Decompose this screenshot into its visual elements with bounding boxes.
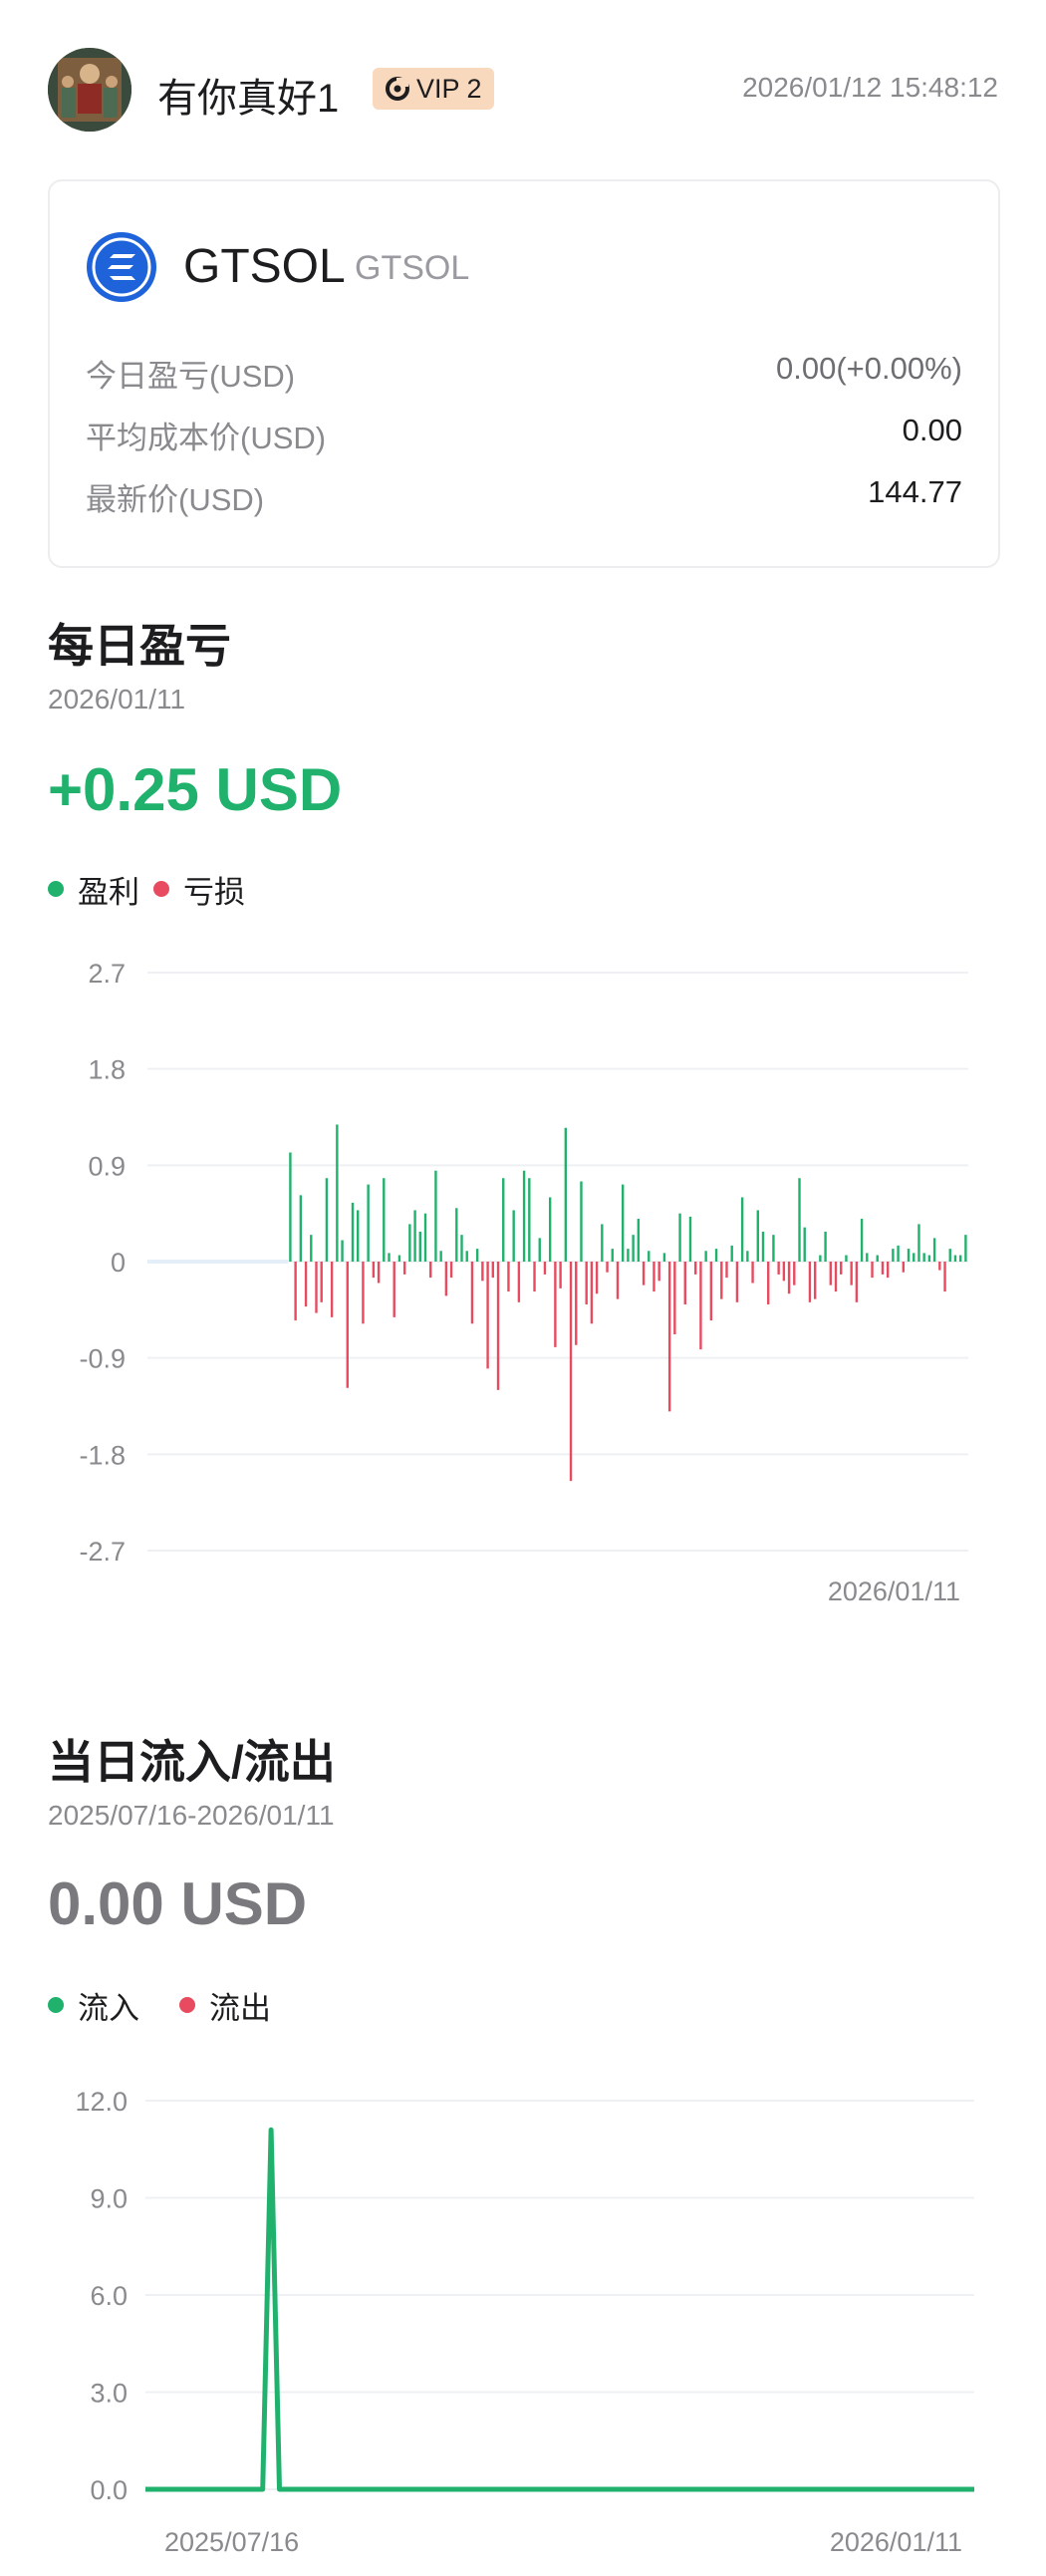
flow-title: 当日流入/流出 — [48, 1736, 336, 1788]
inflow-dot-icon — [48, 1997, 64, 2013]
latest-price-label: 最新价(USD) — [86, 482, 265, 517]
user-header: 有你真好1 VIP 2 2026/01/12 15:48:12 — [48, 48, 998, 132]
flow-amount: 0.00 USD — [48, 1870, 308, 1937]
username: 有你真好1 — [157, 77, 340, 121]
y-tick-label: 2.7 — [88, 959, 126, 989]
legend-loss[interactable]: 亏损 — [153, 867, 245, 912]
y-tick-label: -2.7 — [79, 1537, 126, 1567]
daily-pnl-amount: +0.25 USD — [48, 756, 343, 823]
latest-price-row: 最新价(USD) 144.77 — [86, 474, 962, 518]
y-tick-label: 1.8 — [88, 1055, 126, 1085]
flow-legend: 流入 流出 — [48, 1983, 285, 2028]
timestamp: 2026/01/12 15:48:12 — [742, 72, 998, 103]
legend-inflow-label: 流入 — [78, 1990, 139, 2026]
avg-cost-label: 平均成本价(USD) — [86, 421, 327, 455]
coin-symbol: GTSOL — [355, 249, 470, 287]
flow-chart[interactable]: 12.0 9.0 6.0 3.0 0.0 2025/07/16 2026/01/11 — [0, 2063, 1046, 2561]
legend-outflow[interactable]: 流出 — [179, 1983, 271, 2028]
daily-pnl-legend: 盈利 亏损 — [48, 867, 259, 912]
profit-dot-icon — [48, 881, 64, 897]
coin-name: GTSOL — [183, 240, 346, 293]
solana-logo-icon — [87, 232, 156, 302]
y-tick-label: -1.8 — [79, 1440, 126, 1470]
latest-price-value: 144.77 — [868, 474, 962, 509]
avatar[interactable] — [48, 48, 131, 132]
outflow-dot-icon — [179, 1997, 195, 2013]
x-tick-label-end: 2026/01/11 — [830, 2527, 962, 2557]
y-tick-label: 0 — [111, 1248, 126, 1278]
vip-badge[interactable]: VIP 2 — [373, 68, 494, 110]
daily-pnl-title: 每日盈亏 — [48, 620, 231, 672]
legend-outflow-label: 流出 — [209, 1990, 271, 2026]
avg-cost-value: 0.00 — [902, 413, 962, 447]
coin-summary-card[interactable]: GTSOL GTSOL 今日盈亏(USD) 0.00(+0.00%) 平均成本价… — [48, 179, 1000, 568]
today-pnl-value: 0.00(+0.00%) — [776, 351, 962, 386]
y-tick-label: 0.0 — [90, 2475, 128, 2505]
loss-dot-icon — [153, 881, 169, 897]
inflow-series-line — [145, 2127, 974, 2492]
y-tick-label: 9.0 — [90, 2184, 128, 2214]
daily-pnl-chart[interactable]: 2.7 1.8 0.9 0 -0.9 -1.8 -2.7 2026/01/11 — [0, 947, 1046, 1624]
y-tick-label: -0.9 — [79, 1344, 126, 1374]
legend-profit[interactable]: 盈利 — [48, 867, 139, 912]
y-tick-label: 0.9 — [88, 1151, 126, 1181]
legend-profit-label: 盈利 — [78, 874, 139, 910]
y-tick-label: 12.0 — [75, 2087, 128, 2117]
avatar-image — [48, 48, 131, 132]
today-pnl-row: 今日盈亏(USD) 0.00(+0.00%) — [86, 351, 962, 395]
avg-cost-row: 平均成本价(USD) 0.00 — [86, 413, 962, 456]
vip-label: VIP 2 — [416, 73, 482, 104]
x-tick-label-start: 2025/07/16 — [164, 2527, 299, 2557]
daily-pnl-date: 2026/01/11 — [48, 684, 186, 715]
legend-inflow[interactable]: 流入 — [48, 1983, 139, 2028]
legend-loss-label: 亏损 — [183, 874, 245, 910]
x-tick-label: 2026/01/11 — [828, 1576, 960, 1606]
flow-date-range: 2025/07/16-2026/01/11 — [48, 1800, 335, 1831]
y-tick-label: 6.0 — [90, 2281, 128, 2311]
vip-badge-icon — [386, 77, 409, 101]
y-tick-label: 3.0 — [90, 2379, 128, 2409]
today-pnl-label: 今日盈亏(USD) — [86, 359, 296, 394]
